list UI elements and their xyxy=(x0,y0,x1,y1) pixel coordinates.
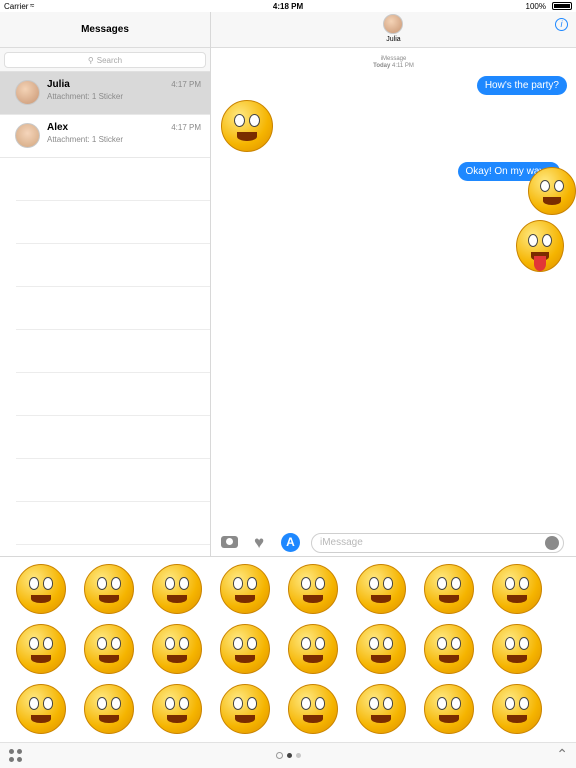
chevron-up-icon[interactable]: ⌃ xyxy=(556,746,568,763)
message-placeholder: iMessage xyxy=(320,537,363,548)
scared-sticker[interactable] xyxy=(356,564,406,614)
service-label: iMessage xyxy=(380,56,407,62)
conversation-preview: Attachment: 1 Sticker xyxy=(47,135,124,144)
avatar xyxy=(15,80,40,105)
hat-smile-sticker[interactable] xyxy=(16,624,66,674)
digital-touch-icon[interactable]: ♥ xyxy=(250,534,268,551)
microphone-icon[interactable] xyxy=(545,536,559,550)
page-dot xyxy=(287,753,292,758)
bandaged-sticker[interactable] xyxy=(424,624,474,674)
empty-row xyxy=(16,373,210,416)
sticker-grid xyxy=(0,557,576,743)
tongue-wink-sticker[interactable] xyxy=(16,564,66,614)
camera-icon[interactable] xyxy=(221,536,238,548)
message-time: 4:11 PM xyxy=(392,63,414,69)
conversation-time: 4:17 PM xyxy=(171,80,201,89)
conversation-name: Alex xyxy=(47,122,69,133)
search-input[interactable]: ⚲ Search xyxy=(4,52,206,68)
search-placeholder: Search xyxy=(96,55,123,65)
search-bar: ⚲ Search xyxy=(0,48,210,72)
message-input[interactable]: iMessage xyxy=(311,533,564,553)
battery-icon xyxy=(552,2,572,10)
vomit-sticker[interactable] xyxy=(220,624,270,674)
conversation-sidebar: Messages ⚲ Search Julia Attachment: 1 St… xyxy=(0,12,211,556)
chat-header: Julia i xyxy=(211,12,576,48)
recent-icon xyxy=(276,752,283,759)
suspicious-sticker[interactable] xyxy=(220,564,270,614)
chat-pane: Julia i iMessage Today 4:11 PM How's the… xyxy=(211,12,576,556)
avatar xyxy=(15,123,40,148)
shocked-sticker[interactable] xyxy=(152,564,202,614)
info-icon[interactable]: i xyxy=(555,18,568,31)
message-composer: ♥ A iMessage xyxy=(211,526,576,556)
empty-row xyxy=(16,244,210,287)
empty-row xyxy=(16,158,210,201)
pinocchio-sticker[interactable] xyxy=(84,624,134,674)
search-icon: ⚲ xyxy=(87,55,94,65)
page-indicator[interactable] xyxy=(276,752,301,759)
empty-row xyxy=(16,502,210,545)
sticker-drawer xyxy=(0,556,576,742)
page-dot xyxy=(296,753,301,758)
forbidden-sticker[interactable] xyxy=(356,624,406,674)
grinning-sticker[interactable] xyxy=(220,684,270,734)
battery-percent: 100% xyxy=(525,2,546,11)
thumbs-up-sticker[interactable] xyxy=(221,100,273,152)
empty-row xyxy=(16,416,210,459)
conversation-item-alex[interactable]: Alex Attachment: 1 Sticker 4:17 PM xyxy=(0,115,210,158)
singing-sticker[interactable] xyxy=(16,684,66,734)
jumping-sticker[interactable] xyxy=(528,167,576,215)
tongue-out-sticker[interactable] xyxy=(516,220,564,272)
empty-row xyxy=(16,201,210,244)
binoculars-sticker[interactable] xyxy=(288,564,338,614)
sidebar-title: Messages xyxy=(0,12,210,48)
contact-name[interactable]: Julia xyxy=(211,36,576,43)
heart-eyes-sticker[interactable] xyxy=(288,684,338,734)
message-bubble[interactable]: How's the party? xyxy=(476,76,567,95)
toilet-sticker[interactable] xyxy=(424,564,474,614)
flower-sticker[interactable] xyxy=(84,684,134,734)
empty-row xyxy=(16,330,210,373)
love-tongue-sticker[interactable] xyxy=(424,684,474,734)
poop-hat-sticker[interactable] xyxy=(492,564,542,614)
magnifier-sticker[interactable] xyxy=(84,564,134,614)
mustache-sticker[interactable] xyxy=(288,624,338,674)
conversation-time: 4:17 PM xyxy=(171,123,201,132)
mafia-sticker[interactable] xyxy=(492,624,542,674)
avatar[interactable] xyxy=(383,14,403,34)
status-time: 4:18 PM xyxy=(272,2,304,11)
timestamp: iMessage Today 4:11 PM xyxy=(211,56,576,70)
thinking-sticker[interactable] xyxy=(152,684,202,734)
conversation-item-julia[interactable]: Julia Attachment: 1 Sticker 4:17 PM xyxy=(0,72,210,115)
app-drawer-toolbar: ⌃ xyxy=(0,742,576,768)
today-label: Today xyxy=(373,63,391,69)
app-drawer-icon[interactable] xyxy=(9,749,23,763)
status-bar: Carrier ≈ 4:18 PM 100% xyxy=(0,0,576,12)
empty-row xyxy=(16,287,210,330)
drooling-sticker[interactable] xyxy=(152,624,202,674)
empty-row xyxy=(16,459,210,502)
cool-sunglasses-sticker[interactable] xyxy=(356,684,406,734)
kiss-sticker[interactable] xyxy=(492,684,542,734)
conversation-preview: Attachment: 1 Sticker xyxy=(47,92,124,101)
app-store-icon[interactable]: A xyxy=(281,533,300,552)
conversation-name: Julia xyxy=(47,79,70,90)
